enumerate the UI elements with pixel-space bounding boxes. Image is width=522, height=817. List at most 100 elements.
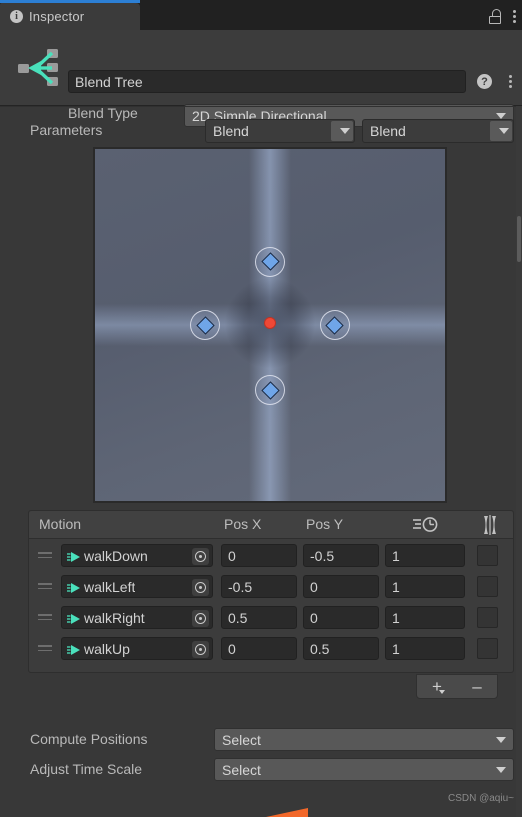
motion-row[interactable]: walkRight 0.5 0 1 xyxy=(29,602,513,633)
animation-clip-icon xyxy=(67,612,81,624)
parameter-x-value: Blend xyxy=(213,123,249,139)
object-picker-icon[interactable] xyxy=(192,548,209,565)
adjust-time-scale-value: Select xyxy=(222,761,261,778)
mirror-checkbox[interactable] xyxy=(477,638,498,659)
pos-x-value: 0.5 xyxy=(228,609,248,626)
blend-tree-preview-graph[interactable] xyxy=(93,147,447,503)
chevron-down-icon xyxy=(496,112,506,119)
pos-y-input[interactable]: 0.5 xyxy=(303,637,379,660)
pos-y-input[interactable]: -0.5 xyxy=(303,544,379,567)
blend-node[interactable] xyxy=(190,310,221,340)
pos-y-value: 0 xyxy=(310,609,318,626)
adjust-time-scale-label: Adjust Time Scale xyxy=(30,761,143,777)
pos-x-input[interactable]: 0 xyxy=(221,544,297,567)
mirror-checkbox[interactable] xyxy=(477,576,498,597)
motion-list: Motion Pos X Pos Y walkDown 0 -0.5 1 walkLef… xyxy=(28,510,514,673)
chevron-down-icon xyxy=(439,690,445,694)
tab-inspector-label: Inspector xyxy=(29,9,85,24)
object-picker-icon[interactable] xyxy=(192,610,209,627)
blend-node[interactable] xyxy=(255,246,285,277)
speed-input[interactable]: 1 xyxy=(385,606,465,629)
drag-handle-icon[interactable] xyxy=(38,583,52,590)
mirror-checkbox[interactable] xyxy=(477,545,498,566)
drag-handle-icon[interactable] xyxy=(38,614,52,621)
speed-value: 1 xyxy=(392,609,400,626)
inspector-tab-bar: i Inspector xyxy=(0,0,522,30)
motion-clip-field[interactable]: walkDown xyxy=(61,544,213,567)
pos-y-input[interactable]: 0 xyxy=(303,606,379,629)
animation-clip-icon xyxy=(67,550,81,562)
remove-motion-label: – xyxy=(472,676,482,696)
add-motion-button[interactable]: + xyxy=(417,675,457,698)
compute-positions-label: Compute Positions xyxy=(30,731,148,747)
lock-icon[interactable] xyxy=(488,9,502,24)
motion-row[interactable]: walkDown 0 -0.5 1 xyxy=(29,540,513,571)
help-icon[interactable]: ? xyxy=(477,74,492,89)
adjust-time-scale-dropdown[interactable]: Select xyxy=(214,758,514,781)
speed-input[interactable]: 1 xyxy=(385,544,465,567)
mirror-icon xyxy=(481,515,499,535)
pos-y-value: 0 xyxy=(310,578,318,595)
speed-clock-icon xyxy=(412,516,440,533)
motion-row[interactable]: walkLeft -0.5 0 1 xyxy=(29,571,513,602)
add-remove-button-group: + – xyxy=(416,674,498,699)
motion-clip-name: walkLeft xyxy=(84,578,136,595)
remove-motion-button[interactable]: – xyxy=(457,675,497,698)
kebab-menu-icon[interactable] xyxy=(512,10,516,23)
blend-type-label: Blend Type xyxy=(68,105,138,121)
mirror-checkbox[interactable] xyxy=(477,607,498,628)
animation-clip-icon xyxy=(67,581,81,593)
compute-positions-dropdown[interactable]: Select xyxy=(214,728,514,751)
motion-clip-name: walkDown xyxy=(84,547,148,564)
blend-tree-icon xyxy=(16,42,68,94)
column-header-pos-x: Pos X xyxy=(224,516,262,532)
orange-decoration xyxy=(266,808,308,817)
blend-node[interactable] xyxy=(319,310,350,340)
column-header-motion: Motion xyxy=(39,516,82,532)
asset-name-value: Blend Tree xyxy=(75,73,143,90)
pos-y-input[interactable]: 0 xyxy=(303,575,379,598)
compute-positions-value: Select xyxy=(222,731,261,748)
scrollbar-thumb[interactable] xyxy=(517,216,521,262)
blend-node[interactable] xyxy=(255,375,285,406)
motion-row[interactable]: walkUp 0 0.5 1 xyxy=(29,633,513,664)
parameter-x-dropdown[interactable]: Blend xyxy=(205,119,355,143)
chevron-down-icon xyxy=(340,128,350,134)
blend-position-marker[interactable] xyxy=(264,317,276,330)
vertical-scrollbar[interactable] xyxy=(516,106,522,817)
drag-handle-icon[interactable] xyxy=(38,552,52,559)
chevron-down-icon xyxy=(496,736,506,743)
parameter-y-dropdown[interactable]: Blend xyxy=(362,119,514,143)
pos-x-input[interactable]: 0.5 xyxy=(221,606,297,629)
motion-list-header: Motion Pos X Pos Y xyxy=(29,511,513,539)
pos-x-value: 0 xyxy=(228,547,236,564)
animation-clip-icon xyxy=(67,643,81,655)
header-divider xyxy=(0,106,522,107)
motion-clip-field[interactable]: walkRight xyxy=(61,606,213,629)
object-picker-icon[interactable] xyxy=(192,641,209,658)
chevron-down-icon xyxy=(499,128,509,134)
speed-value: 1 xyxy=(392,640,400,657)
motion-clip-field[interactable]: walkUp xyxy=(61,637,213,660)
column-header-pos-y: Pos Y xyxy=(306,516,344,532)
speed-input[interactable]: 1 xyxy=(385,575,465,598)
info-icon: i xyxy=(10,10,23,23)
tab-inspector[interactable]: i Inspector xyxy=(0,3,140,30)
motion-clip-name: walkUp xyxy=(84,640,130,657)
motion-clip-field[interactable]: walkLeft xyxy=(61,575,213,598)
pos-y-value: -0.5 xyxy=(310,547,335,564)
asset-header: Blend Tree ? Blend Type 2D Simple Direct… xyxy=(0,30,522,127)
parameter-y-value: Blend xyxy=(370,123,406,139)
watermark: CSDN @aqiu~ xyxy=(447,793,514,804)
header-kebab-menu-icon[interactable] xyxy=(508,75,512,88)
parameters-label: Parameters xyxy=(30,122,103,138)
pos-x-input[interactable]: 0 xyxy=(221,637,297,660)
object-picker-icon[interactable] xyxy=(192,579,209,596)
pos-x-value: -0.5 xyxy=(228,578,253,595)
drag-handle-icon[interactable] xyxy=(38,645,52,652)
asset-name-field[interactable]: Blend Tree xyxy=(68,70,466,93)
pos-x-input[interactable]: -0.5 xyxy=(221,575,297,598)
pos-y-value: 0.5 xyxy=(310,640,330,657)
speed-input[interactable]: 1 xyxy=(385,637,465,660)
motion-clip-name: walkRight xyxy=(84,609,145,626)
